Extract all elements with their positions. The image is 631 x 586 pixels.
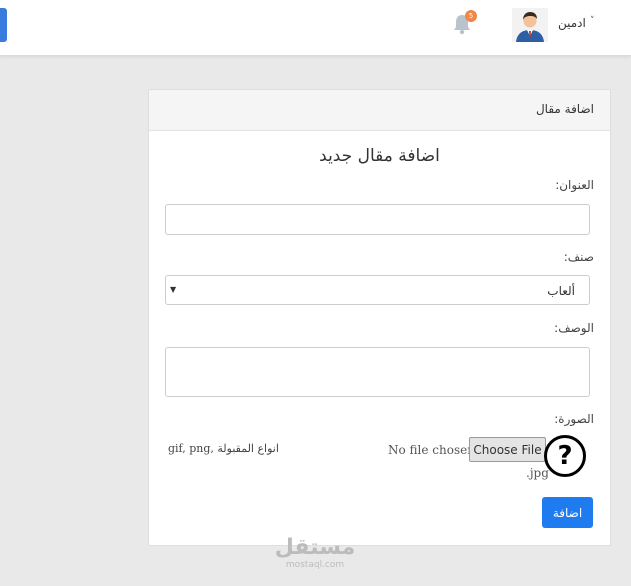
chevron-down-icon[interactable]: ˅ bbox=[590, 16, 595, 26]
sidebar-toggle[interactable] bbox=[0, 8, 7, 42]
allowed-types-extra: .jpg bbox=[526, 466, 549, 480]
avatar[interactable] bbox=[512, 8, 548, 42]
description-textarea[interactable] bbox=[165, 347, 590, 397]
file-status: No file chosen bbox=[388, 443, 475, 457]
description-label: الوصف: bbox=[554, 321, 594, 335]
top-navbar: 5 ادمين ˅ bbox=[0, 0, 631, 56]
category-selected-value: ألعاب bbox=[547, 284, 575, 298]
image-label: الصورة: bbox=[554, 412, 594, 426]
title-label: العنوان: bbox=[555, 178, 594, 192]
user-menu-name[interactable]: ادمين bbox=[558, 16, 586, 30]
category-select[interactable]: ألعاب ▼ bbox=[165, 275, 590, 305]
allowed-types-value: gif, png, bbox=[168, 442, 214, 455]
form-title: اضافة مقال جديد bbox=[319, 146, 440, 166]
notification-badge: 5 bbox=[465, 10, 477, 22]
question-mark-icon: ? bbox=[544, 435, 586, 477]
watermark-arabic: مستقل bbox=[274, 535, 356, 560]
title-input[interactable] bbox=[165, 204, 590, 235]
add-article-card: اضافة مقال اضافة مقال جديد العنوان: صنف:… bbox=[148, 89, 611, 546]
allowed-types-text: gif, png, انواع المقبولة bbox=[168, 442, 279, 455]
category-label: صنف: bbox=[563, 250, 594, 264]
watermark-logo: مستقل mostaql.com bbox=[270, 535, 360, 571]
card-header-title: اضافة مقال bbox=[535, 102, 594, 116]
dropdown-arrow-icon: ▼ bbox=[170, 285, 177, 294]
card-header: اضافة مقال bbox=[149, 90, 610, 131]
allowed-types-label: انواع المقبولة bbox=[217, 442, 279, 455]
choose-file-button[interactable]: Choose File bbox=[469, 437, 546, 462]
submit-button[interactable]: اضافة bbox=[542, 497, 593, 528]
watermark-url: mostaql.com bbox=[285, 560, 345, 570]
